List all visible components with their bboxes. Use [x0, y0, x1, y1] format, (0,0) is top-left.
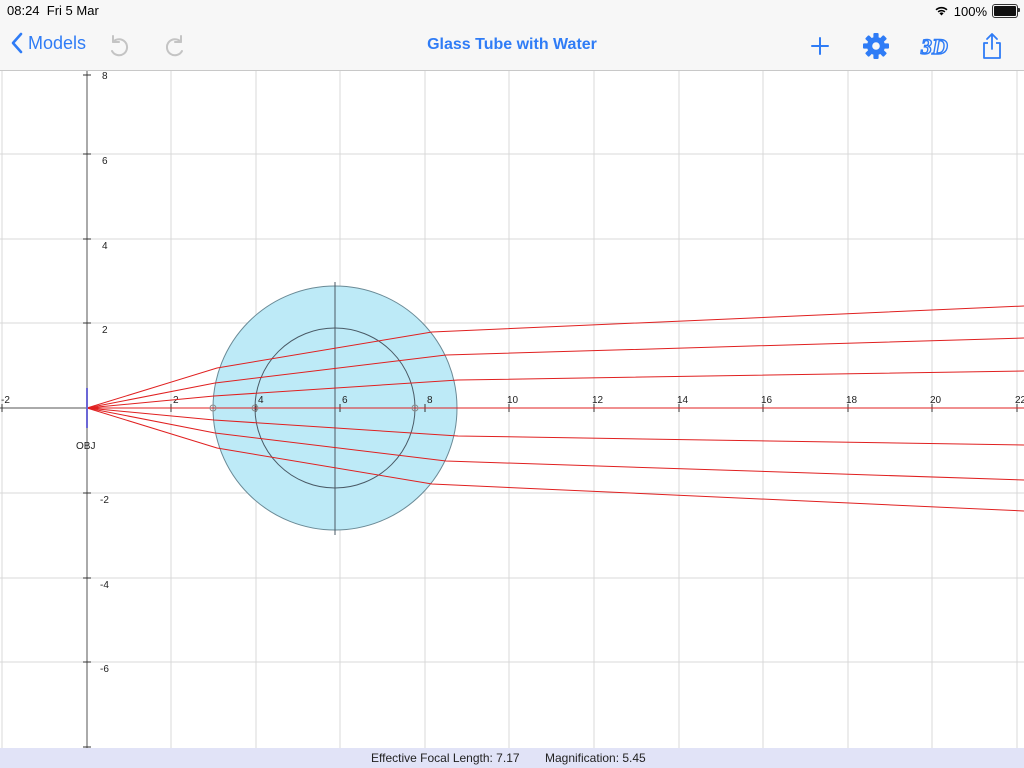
x-tick-label: 6 [342, 395, 348, 406]
add-button[interactable] [804, 30, 836, 62]
optics-diagram[interactable]: -2 2 4 6 8 10 12 14 16 18 20 22 8 6 4 2 … [0, 71, 1024, 748]
battery-percent: 100% [953, 3, 987, 19]
x-tick-label: 18 [846, 395, 858, 406]
redo-button[interactable] [160, 30, 192, 62]
object-label: OBJ [76, 441, 95, 452]
wifi-icon [934, 4, 949, 19]
y-tick-label: -2 [100, 495, 109, 506]
share-button[interactable] [976, 30, 1008, 62]
effective-focal-length: Effective Focal Length: 7.17 [371, 751, 520, 765]
svg-text:3D: 3D [920, 34, 948, 59]
info-bar: Effective Focal Length: 7.17 Magnificati… [0, 748, 1024, 768]
y-tick-label: -4 [100, 580, 109, 591]
3d-icon: 3D [919, 33, 948, 59]
axes [0, 71, 1024, 748]
y-tick-label: 4 [102, 241, 108, 252]
redo-icon [165, 35, 183, 57]
x-tick-label: 14 [677, 395, 689, 406]
back-button[interactable]: Models [10, 32, 86, 54]
x-tick-label: 2 [173, 395, 179, 406]
optics-canvas[interactable]: -2 2 4 6 8 10 12 14 16 18 20 22 8 6 4 2 … [0, 71, 1024, 748]
ray-bundle [86, 305, 1024, 512]
x-axis-labels: -2 2 4 6 8 10 12 14 16 18 20 22 [1, 395, 1024, 406]
share-icon [983, 33, 1001, 59]
status-date: Fri 5 Mar [46, 3, 99, 18]
x-tick-label: -2 [1, 395, 10, 406]
status-clock: 08:24 [7, 3, 40, 18]
navigation-bar: Models Glass Tube with Water 3D [0, 22, 1024, 71]
battery-fill [994, 6, 1016, 16]
page-title: Glass Tube with Water [427, 36, 597, 53]
x-tick-label: 12 [592, 395, 604, 406]
x-tick-label: 4 [258, 395, 264, 406]
gear-icon [863, 33, 889, 59]
y-tick-label: 8 [102, 71, 108, 82]
x-tick-label: 22 [1015, 395, 1024, 406]
back-button-label: Models [28, 32, 87, 53]
status-bar: 08:24 Fri 5 Mar 100% [0, 0, 1024, 22]
status-indicators: 100% [934, 2, 1020, 20]
grid [0, 71, 1024, 748]
plus-icon [811, 37, 829, 55]
y-tick-label: 6 [102, 156, 108, 167]
chevron-left-icon [11, 32, 23, 54]
x-tick-label: 8 [427, 395, 433, 406]
settings-button[interactable] [860, 30, 892, 62]
x-tick-label: 20 [930, 395, 942, 406]
magnification: Magnification: 5.45 [545, 751, 646, 765]
3d-view-button[interactable]: 3D [918, 30, 954, 62]
battery-icon [992, 4, 1020, 18]
undo-icon [111, 35, 129, 57]
undo-button[interactable] [102, 30, 134, 62]
x-tick-label: 10 [507, 395, 519, 406]
status-time: 08:24 Fri 5 Mar [7, 3, 99, 18]
y-tick-label: -6 [100, 664, 109, 675]
x-tick-label: 16 [761, 395, 773, 406]
y-tick-label: 2 [102, 325, 108, 336]
